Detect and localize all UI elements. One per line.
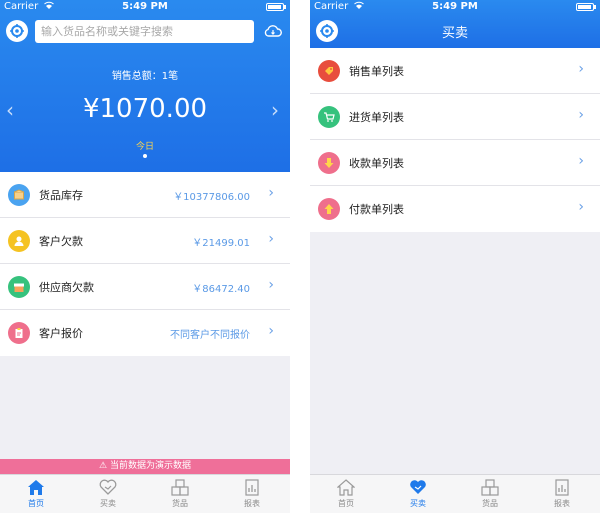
arrow-down-icon [318, 152, 340, 174]
demo-data-banner: ⚠ 当前数据为演示数据 [0, 459, 290, 474]
list-item-payments[interactable]: 付款单列表 › [310, 186, 600, 232]
list-item-customer-quote[interactable]: 客户报价 不同客户不同报价 › [0, 310, 290, 356]
list-item-label: 货品库存 [39, 189, 83, 202]
trade-header: Carrier 5:49 PM 买卖 [310, 0, 600, 48]
list-item-label: 付款单列表 [349, 203, 404, 216]
cart-icon [318, 106, 340, 128]
app-logo-icon[interactable] [6, 20, 28, 42]
list-item-value: ￥86472.40 [192, 284, 250, 295]
chevron-right-icon: › [268, 185, 274, 201]
list-item-label: 客户报价 [39, 327, 83, 340]
tab-label: 货品 [482, 499, 498, 508]
period-label: 今日 [135, 142, 154, 152]
tab-label: 买卖 [410, 499, 426, 508]
chevron-right-icon: › [268, 231, 274, 247]
battery-icon [576, 3, 594, 11]
chevron-right-icon: › [578, 199, 584, 215]
cloud-sync-icon[interactable] [264, 23, 282, 42]
tag-icon [318, 60, 340, 82]
home-header: Carrier 5:49 PM 销售总额：1笔 ‹ ¥1070.00 › 今日 [0, 0, 290, 172]
tab-trade[interactable]: 买卖 [382, 479, 454, 509]
tab-label: 报表 [554, 499, 570, 508]
list-item-sales-orders[interactable]: 销售单列表 › [310, 48, 600, 94]
report-icon [555, 479, 569, 496]
home-screen: Carrier 5:49 PM 销售总额：1笔 ‹ ¥1070.00 › 今日 … [0, 0, 290, 513]
home-icon [337, 479, 355, 496]
chevron-right-icon: › [268, 277, 274, 293]
clipboard-icon [8, 322, 30, 344]
chevron-right-icon: › [578, 107, 584, 123]
chevron-right-icon: › [268, 323, 274, 339]
tab-label: 报表 [244, 499, 260, 508]
list-item-label: 供应商欠款 [39, 281, 94, 294]
trade-screen: Carrier 5:49 PM 买卖 销售单列表 › 进货单列表 › 收款单列表… [310, 0, 600, 513]
list-item-supplier-debt[interactable]: 供应商欠款 ￥86472.40 › [0, 264, 290, 310]
status-time: 5:49 PM [122, 1, 168, 12]
sales-total-label: 销售总额：1笔 [111, 71, 179, 82]
report-icon [245, 479, 259, 496]
home-summary-list: 货品库存 ￥10377806.00 › 客户欠款 ￥21499.01 › 供应商… [0, 172, 290, 356]
list-item-customer-debt[interactable]: 客户欠款 ￥21499.01 › [0, 218, 290, 264]
tab-label: 货品 [172, 499, 188, 508]
search-input[interactable] [35, 20, 254, 43]
boxes-icon [481, 479, 499, 496]
list-item-receipts[interactable]: 收款单列表 › [310, 140, 600, 186]
arrow-up-icon [318, 198, 340, 220]
list-item-label: 收款单列表 [349, 157, 404, 170]
list-item-purchase-orders[interactable]: 进货单列表 › [310, 94, 600, 140]
sales-amount: ¥1070.00 [82, 94, 208, 124]
person-icon [8, 230, 30, 252]
list-item-label: 销售单列表 [349, 65, 404, 78]
chevron-right-icon[interactable]: › [271, 100, 279, 120]
tab-label: 买卖 [100, 499, 116, 508]
status-time: 5:49 PM [432, 1, 478, 12]
handshake-icon [99, 479, 117, 495]
tab-bar: 首页 买卖 货品 报表 [0, 474, 290, 513]
tab-bar: 首页 买卖 货品 报表 [310, 474, 600, 513]
list-item-value: ￥21499.01 [192, 238, 250, 249]
trade-list: 销售单列表 › 进货单列表 › 收款单列表 › 付款单列表 › [310, 48, 600, 232]
chevron-right-icon: › [578, 153, 584, 169]
tab-reports[interactable]: 报表 [526, 479, 598, 509]
chevron-right-icon: › [578, 61, 584, 77]
tab-trade[interactable]: 买卖 [72, 479, 144, 509]
status-bar: Carrier 5:49 PM [310, 0, 600, 14]
tab-goods[interactable]: 货品 [454, 479, 526, 509]
list-item-label: 客户欠款 [39, 235, 83, 248]
list-item-inventory[interactable]: 货品库存 ￥10377806.00 › [0, 172, 290, 218]
status-bar: Carrier 5:49 PM [0, 0, 290, 14]
tab-label: 首页 [28, 499, 44, 508]
tab-label: 首页 [338, 499, 354, 508]
battery-icon [266, 3, 284, 11]
handshake-icon [410, 480, 426, 494]
tab-home[interactable]: 首页 [0, 479, 72, 509]
tab-home[interactable]: 首页 [310, 479, 382, 509]
list-item-label: 进货单列表 [349, 111, 404, 124]
boxes-icon [171, 479, 189, 496]
home-icon [28, 480, 44, 495]
tab-reports[interactable]: 报表 [216, 479, 288, 509]
tab-goods[interactable]: 货品 [144, 479, 216, 509]
list-item-value: 不同客户不同报价 [170, 330, 250, 341]
page-indicator [143, 154, 147, 158]
page-title: 买卖 [441, 26, 468, 41]
list-item-value: ￥10377806.00 [173, 192, 250, 203]
box-icon [8, 184, 30, 206]
store-icon [8, 276, 30, 298]
